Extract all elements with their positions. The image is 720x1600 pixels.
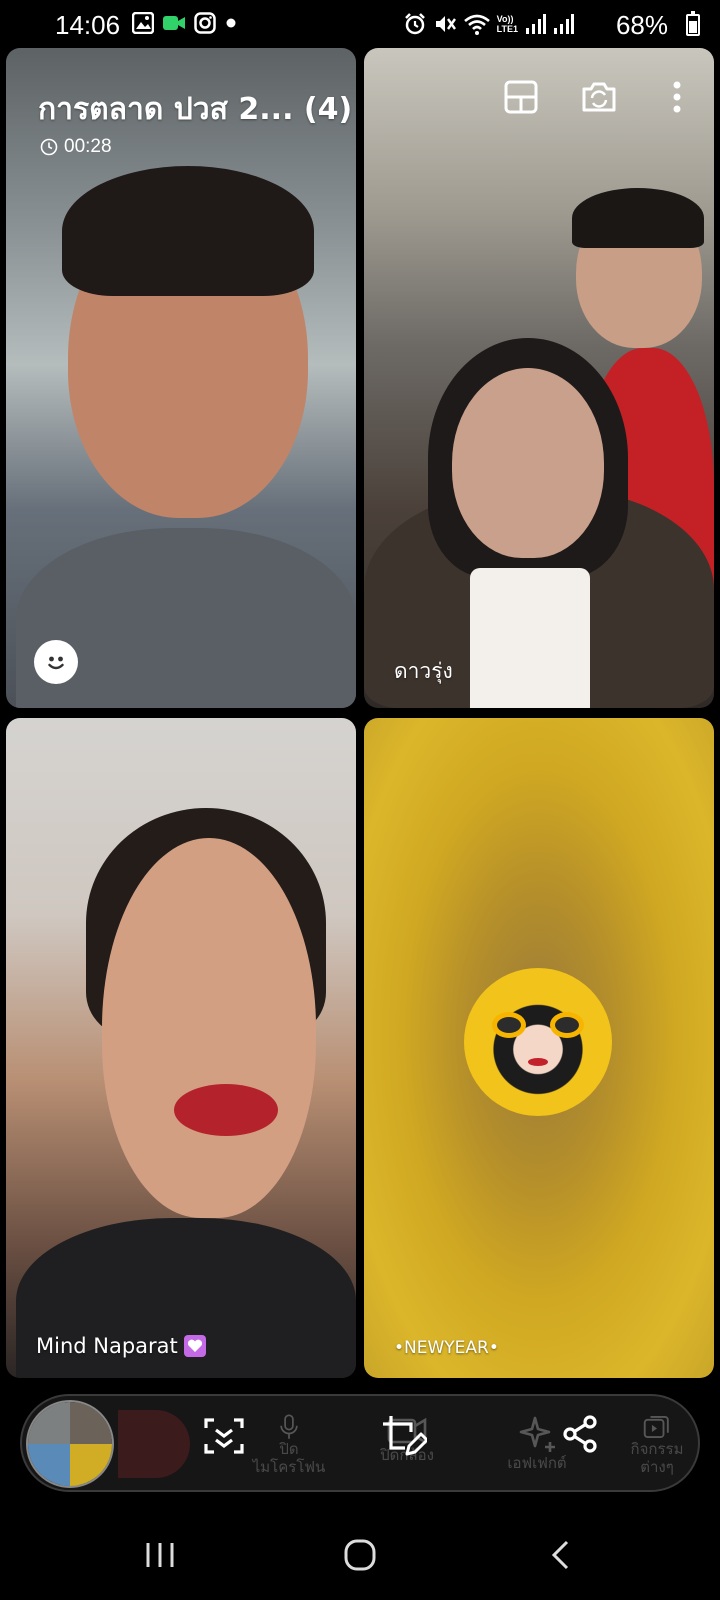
participant-name: •NEWYEAR•	[394, 1338, 499, 1358]
switch-camera-icon	[582, 82, 616, 112]
reaction-button[interactable]	[34, 640, 78, 684]
edit-frame-icon	[383, 1416, 427, 1456]
heart-icon	[183, 1335, 206, 1357]
call-title: การตลาด ปวส 2... (4)	[38, 92, 353, 127]
layout-button[interactable]	[502, 78, 540, 116]
mute-mic-label: ปิด ไมโครโฟน	[252, 1440, 326, 1476]
capture-icon	[204, 1418, 244, 1454]
gallery-icon	[132, 12, 154, 34]
back-icon	[551, 1540, 569, 1570]
video-icon	[163, 16, 185, 30]
activities-icon	[643, 1415, 669, 1439]
switch-camera-button[interactable]	[580, 78, 618, 116]
microphone-icon	[280, 1414, 298, 1439]
signal-icon	[554, 14, 574, 34]
mute-icon	[435, 16, 456, 32]
instagram-icon	[194, 12, 216, 34]
participant-tile-self[interactable]: การตลาด ปวส 2... (4) 00:28	[6, 48, 356, 708]
dot-icon	[226, 18, 236, 28]
share-icon	[563, 1415, 597, 1453]
layout-icon	[504, 80, 538, 114]
recents-button[interactable]	[130, 1532, 190, 1578]
call-timer: 00:28	[40, 136, 112, 158]
share-button[interactable]	[550, 1414, 610, 1476]
volte-icon: Vo)) LTE1	[497, 14, 518, 34]
participant-avatar	[464, 968, 612, 1116]
smiley-icon	[48, 656, 64, 670]
participant-name: Mind Naparat	[36, 1334, 206, 1358]
battery-fill	[689, 20, 697, 33]
participant-tile-3[interactable]: Mind Naparat	[6, 718, 356, 1378]
activities-label: กิจกรรม ต่างๆ	[630, 1440, 684, 1476]
battery-percent: 68%	[615, 10, 668, 40]
clock-icon	[40, 138, 58, 156]
more-vertical-icon	[673, 81, 681, 113]
volte-top: Vo))	[496, 14, 514, 24]
mute-mic-button[interactable]: ปิด ไมโครโฟน	[244, 1414, 334, 1476]
participant-tile-2[interactable]: ดาวรุ่ง	[364, 48, 714, 708]
participant-tile-4[interactable]: •NEWYEAR•	[364, 718, 714, 1378]
status-right-icons: Vo)) LTE1	[403, 12, 574, 36]
hangup-button[interactable]	[118, 1410, 190, 1478]
recents-icon	[146, 1543, 174, 1567]
more-options-button[interactable]	[658, 78, 696, 116]
system-nav-bar	[0, 1510, 720, 1600]
participants-thumbnail[interactable]	[26, 1400, 114, 1488]
volte-bottom: LTE1	[496, 24, 518, 34]
participant-name-text: ดาวรุ่ง	[394, 659, 453, 683]
status-left-icons	[132, 12, 238, 34]
signal-icon	[526, 14, 546, 34]
back-button[interactable]	[530, 1532, 590, 1578]
participant-name-text: •NEWYEAR•	[394, 1338, 499, 1358]
activities-button[interactable]: กิจกรรม ต่างๆ	[622, 1414, 692, 1476]
call-duration: 00:28	[64, 136, 112, 157]
status-bar: 14:06 Vo)) LTE1 68%	[0, 0, 720, 48]
alarm-icon	[404, 13, 425, 35]
participant-name: ดาวรุ่ง	[394, 655, 453, 688]
participant-name-text: Mind Naparat	[36, 1334, 178, 1358]
call-control-bar: ปิด ไมโครโฟน ปิดกล้อง เอฟเฟกต์ กิจกรรม ต…	[20, 1394, 700, 1492]
home-icon	[344, 1539, 376, 1571]
home-button[interactable]	[330, 1532, 390, 1578]
battery-icon	[686, 11, 700, 36]
edit-frame-button[interactable]	[374, 1414, 434, 1476]
status-time: 14:06	[55, 10, 121, 40]
call-top-actions	[502, 78, 696, 116]
wifi-icon	[463, 14, 490, 35]
